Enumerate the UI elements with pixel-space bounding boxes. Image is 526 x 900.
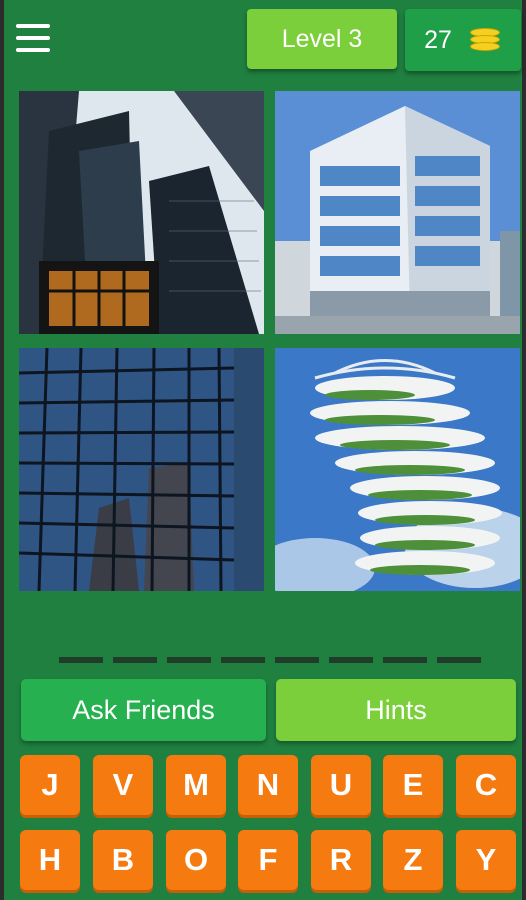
level-indicator: Level 3 bbox=[247, 9, 397, 69]
coins-icon bbox=[468, 26, 502, 54]
answer-slot[interactable] bbox=[167, 657, 211, 663]
answer-slot[interactable] bbox=[437, 657, 481, 663]
picture-4[interactable] bbox=[275, 348, 520, 591]
letter-key[interactable]: O bbox=[166, 830, 226, 890]
answer-slot[interactable] bbox=[275, 657, 319, 663]
answer-slots[interactable] bbox=[59, 657, 483, 665]
answer-slot[interactable] bbox=[113, 657, 157, 663]
hints-button[interactable]: Hints bbox=[276, 679, 516, 741]
game-screen: Level 3 27 Ask Friends Hints J V M N U E… bbox=[0, 0, 526, 900]
letter-key[interactable]: J bbox=[20, 755, 80, 815]
coin-count: 27 bbox=[424, 25, 452, 54]
coin-counter[interactable]: 27 bbox=[405, 9, 521, 71]
letter-key[interactable]: H bbox=[20, 830, 80, 890]
ask-friends-button[interactable]: Ask Friends bbox=[21, 679, 266, 741]
letter-key[interactable]: E bbox=[383, 755, 443, 815]
letter-key[interactable]: C bbox=[456, 755, 516, 815]
letter-key[interactable]: Z bbox=[383, 830, 443, 890]
letter-key[interactable]: N bbox=[238, 755, 298, 815]
answer-slot[interactable] bbox=[221, 657, 265, 663]
picture-2[interactable] bbox=[275, 91, 520, 334]
picture-1[interactable] bbox=[19, 91, 264, 334]
letter-key[interactable]: R bbox=[311, 830, 371, 890]
answer-slot[interactable] bbox=[59, 657, 103, 663]
answer-slot[interactable] bbox=[329, 657, 373, 663]
letter-key[interactable]: M bbox=[166, 755, 226, 815]
letter-key[interactable]: Y bbox=[456, 830, 516, 890]
letter-key[interactable]: V bbox=[93, 755, 153, 815]
picture-3[interactable] bbox=[19, 348, 264, 591]
menu-icon[interactable] bbox=[16, 24, 50, 52]
letter-key[interactable]: F bbox=[238, 830, 298, 890]
letter-key[interactable]: U bbox=[311, 755, 371, 815]
answer-slot[interactable] bbox=[383, 657, 427, 663]
ask-friends-label: Ask Friends bbox=[72, 694, 215, 725]
letter-key[interactable]: B bbox=[93, 830, 153, 890]
hints-label: Hints bbox=[365, 694, 427, 725]
level-label: Level 3 bbox=[281, 24, 363, 53]
